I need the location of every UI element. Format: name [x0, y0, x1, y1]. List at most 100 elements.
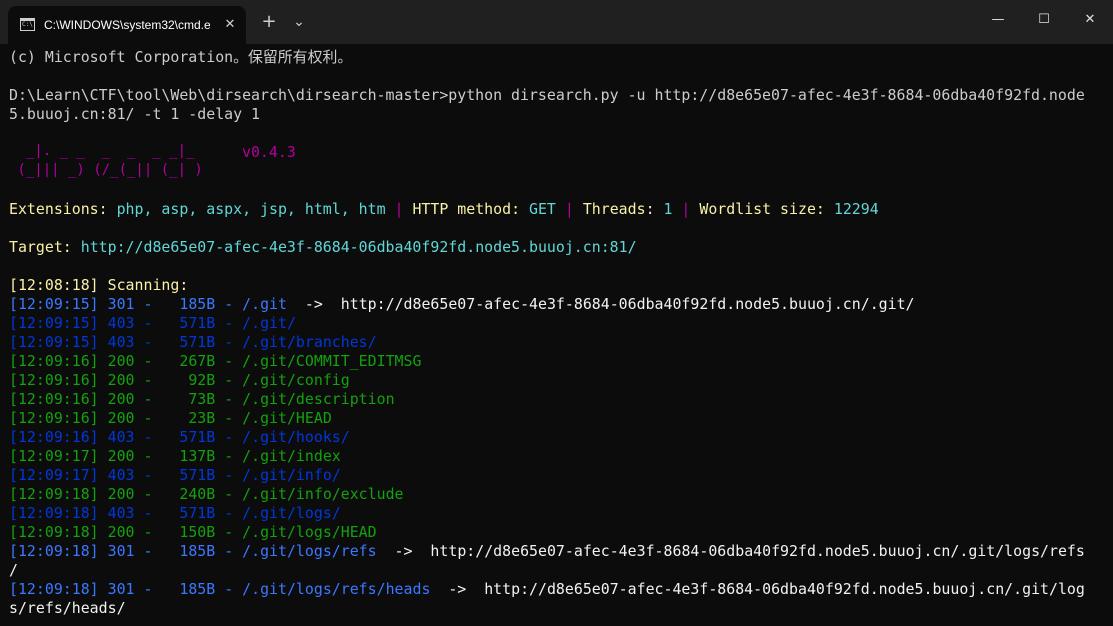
- result-status: 200: [107, 352, 135, 370]
- result-size: 185B: [179, 542, 216, 560]
- result-time: [12:09:18]: [9, 580, 99, 598]
- result-time: [12:09:16]: [9, 390, 99, 408]
- version-label: v0.4.3: [242, 143, 296, 161]
- result-path: /.git/COMMIT_EDITMSG: [242, 352, 422, 370]
- result-status: 200: [107, 409, 135, 427]
- new-tab-icon[interactable]: +: [255, 8, 283, 36]
- scanning-line: [12:08:18] Scanning:: [9, 276, 189, 294]
- result-row: [12:09:17] 200 - 137B - /.git/index: [9, 447, 341, 465]
- maximize-icon[interactable]: ☐: [1021, 0, 1067, 40]
- result-status: 301: [107, 295, 135, 313]
- result-status: 200: [107, 390, 135, 408]
- result-redirect: http://d8e65e07-afec-4e3f-8684-06dba40f9…: [484, 580, 1085, 598]
- result-path: /.git/logs/refs: [242, 542, 377, 560]
- config-line: Extensions: php, asp, aspx, jsp, html, h…: [9, 200, 879, 219]
- result-time: [12:09:18]: [9, 504, 99, 522]
- result-path: /.git/: [242, 314, 296, 332]
- result-path: /.git/info/exclude: [242, 485, 404, 503]
- copyright-line: (c) Microsoft Corporation。保留所有权利。: [9, 48, 353, 66]
- title-bar: C:\ C:\WINDOWS\system32\cmd.e ✕ + ⌄ — ☐ …: [0, 0, 1113, 44]
- result-time: [12:09:16]: [9, 371, 99, 389]
- result-size: 92B: [188, 371, 216, 389]
- result-time: [12:09:16]: [9, 428, 99, 446]
- result-time: [12:09:15]: [9, 314, 99, 332]
- terminal-output[interactable]: (c) Microsoft Corporation。保留所有权利。 D:\Lea…: [9, 47, 1113, 626]
- result-size: 571B: [179, 333, 216, 351]
- result-redirect-wrap: /: [9, 561, 18, 579]
- result-row: [12:09:16] 200 - 73B - /.git/description: [9, 390, 395, 408]
- result-row: [12:09:18] 200 - 240B - /.git/info/exclu…: [9, 485, 404, 503]
- result-size: 73B: [188, 390, 216, 408]
- result-size: 185B: [179, 580, 216, 598]
- result-status: 200: [107, 371, 135, 389]
- result-time: [12:09:15]: [9, 295, 99, 313]
- target-line: Target: http://d8e65e07-afec-4e3f-8684-0…: [9, 238, 637, 257]
- result-size: 185B: [179, 295, 216, 313]
- result-time: [12:09:17]: [9, 466, 99, 484]
- cmd-icon: C:\: [20, 18, 35, 31]
- result-size: 571B: [179, 428, 216, 446]
- result-time: [12:09:15]: [9, 333, 99, 351]
- result-path: /.git/logs/HEAD: [242, 523, 377, 541]
- result-time: [12:09:18]: [9, 523, 99, 541]
- tab-close-icon[interactable]: ✕: [220, 15, 240, 35]
- close-icon[interactable]: ✕: [1067, 0, 1113, 40]
- command-line-wrap: 5.buuoj.cn:81/ -t 1 -delay 1: [9, 105, 261, 123]
- result-path: /.git/hooks/: [242, 428, 350, 446]
- result-status: 403: [107, 428, 135, 446]
- result-row: [12:09:16] 200 - 267B - /.git/COMMIT_EDI…: [9, 352, 422, 370]
- tab-title: C:\WINDOWS\system32\cmd.e: [44, 18, 210, 32]
- result-time: [12:09:16]: [9, 352, 99, 370]
- result-size: 150B: [179, 523, 216, 541]
- result-status: 403: [107, 466, 135, 484]
- result-size: 267B: [179, 352, 216, 370]
- result-status: 403: [107, 314, 135, 332]
- result-time: [12:09:18]: [9, 542, 99, 560]
- target-label: Target:: [9, 238, 81, 256]
- result-path: /.git/logs/: [242, 504, 341, 522]
- dirsearch-logo-top: _|. _ _ _ _ _ _|_: [9, 143, 195, 159]
- result-path: /.git/description: [242, 390, 395, 408]
- result-time: [12:09:18]: [9, 485, 99, 503]
- method-label: HTTP method:: [412, 200, 529, 218]
- result-size: 571B: [179, 314, 216, 332]
- result-status: 301: [107, 580, 135, 598]
- result-time: [12:09:16]: [9, 409, 99, 427]
- minimize-icon[interactable]: —: [975, 0, 1021, 40]
- separator: |: [385, 200, 413, 218]
- target-url: http://d8e65e07-afec-4e3f-8684-06dba40f9…: [80, 238, 637, 256]
- result-size: 571B: [179, 504, 216, 522]
- result-time: [12:09:17]: [9, 447, 99, 465]
- result-size: 23B: [188, 409, 216, 427]
- wordlist-label: Wordlist size:: [699, 200, 834, 218]
- chevron-down-icon[interactable]: ⌄: [285, 8, 313, 36]
- command-line: D:\Learn\CTF\tool\Web\dirsearch\dirsearc…: [9, 86, 1085, 104]
- wordlist-value: 12294: [833, 200, 879, 218]
- result-row: [12:09:16] 200 - 92B - /.git/config: [9, 371, 350, 389]
- result-redirect: http://d8e65e07-afec-4e3f-8684-06dba40f9…: [340, 295, 915, 313]
- result-status: 200: [107, 447, 135, 465]
- result-status: 301: [107, 542, 135, 560]
- separator: |: [555, 200, 583, 218]
- tab-cmd[interactable]: C:\ C:\WINDOWS\system32\cmd.e ✕: [8, 6, 246, 44]
- result-row: [12:09:18] 301 - 185B - /.git/logs/refs …: [9, 542, 1085, 560]
- result-row: [12:09:18] 301 - 185B - /.git/logs/refs/…: [9, 580, 1085, 598]
- extensions-value: php, asp, aspx, jsp, html, htm: [116, 200, 386, 218]
- result-row: [12:09:18] 200 - 150B - /.git/logs/HEAD: [9, 523, 377, 541]
- method-value: GET: [529, 200, 556, 218]
- result-path: /.git/config: [242, 371, 350, 389]
- result-status: 403: [107, 504, 135, 522]
- result-path: /.git: [242, 295, 287, 313]
- result-row: [12:09:15] 403 - 571B - /.git/branches/: [9, 333, 377, 351]
- dirsearch-logo-bottom: (_||| _) (/_(_|| (_| ): [9, 162, 203, 178]
- result-path: /.git/branches/: [242, 333, 377, 351]
- result-status: 403: [107, 333, 135, 351]
- separator: |: [672, 200, 700, 218]
- result-row: [12:09:15] 403 - 571B - /.git/: [9, 314, 296, 332]
- result-path: /.git/info/: [242, 466, 341, 484]
- result-row: [12:09:18] 403 - 571B - /.git/logs/: [9, 504, 341, 522]
- result-redirect-wrap: s/refs/heads/: [9, 599, 126, 617]
- result-row: [12:09:15] 301 - 185B - /.git -> http://…: [9, 295, 915, 313]
- result-row: [12:09:16] 403 - 571B - /.git/hooks/: [9, 428, 350, 446]
- result-path: /.git/HEAD: [242, 409, 332, 427]
